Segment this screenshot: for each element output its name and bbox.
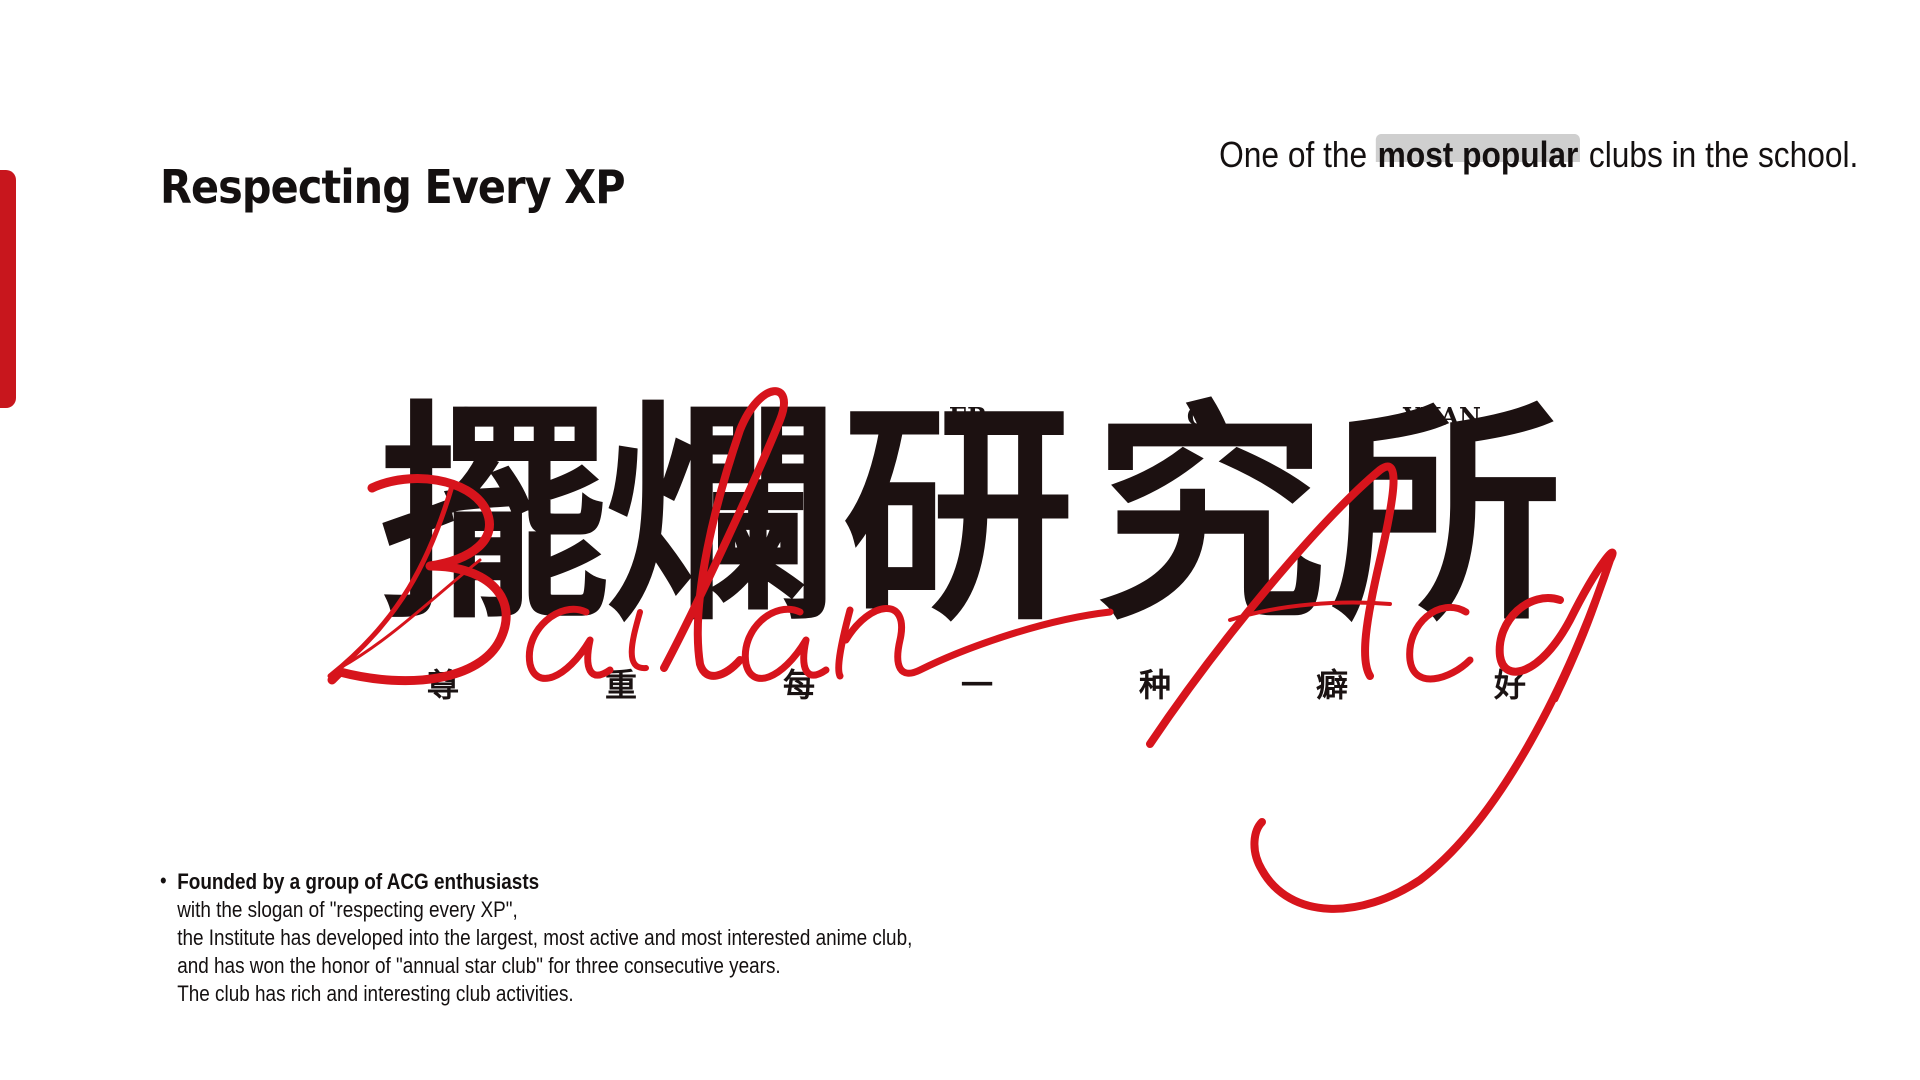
description-line: The club has rich and interesting club a… [177,981,574,1006]
description-line: and has won the honor of "annual star cl… [177,953,781,978]
bullet-dot: • [160,868,167,893]
club-description: • Founded by a group of ACG enthusiasts … [160,868,912,1008]
logo-character: 所 [1329,379,1562,652]
description-line: with the slogan of "respecting every XP"… [177,897,518,922]
slogan-character: 每 [782,666,815,704]
logo-character: 擺 [377,379,610,652]
slogan-character: 重 [604,666,637,704]
slogan-character: 癖 [1315,666,1348,704]
slogan-character: 种 [1138,666,1171,704]
slogan-character: 一 [960,666,993,704]
slogan-character: 好 [1493,666,1526,704]
logo-character: 研 [841,379,1074,652]
logo-character: 爛 [603,379,836,652]
description-line: the Institute has developed into the lar… [177,925,913,950]
logo-character: 究 [1093,379,1326,652]
slogan-character: 尊 [426,666,459,704]
description-line: Founded by a group of ACG enthusiasts [177,869,540,894]
